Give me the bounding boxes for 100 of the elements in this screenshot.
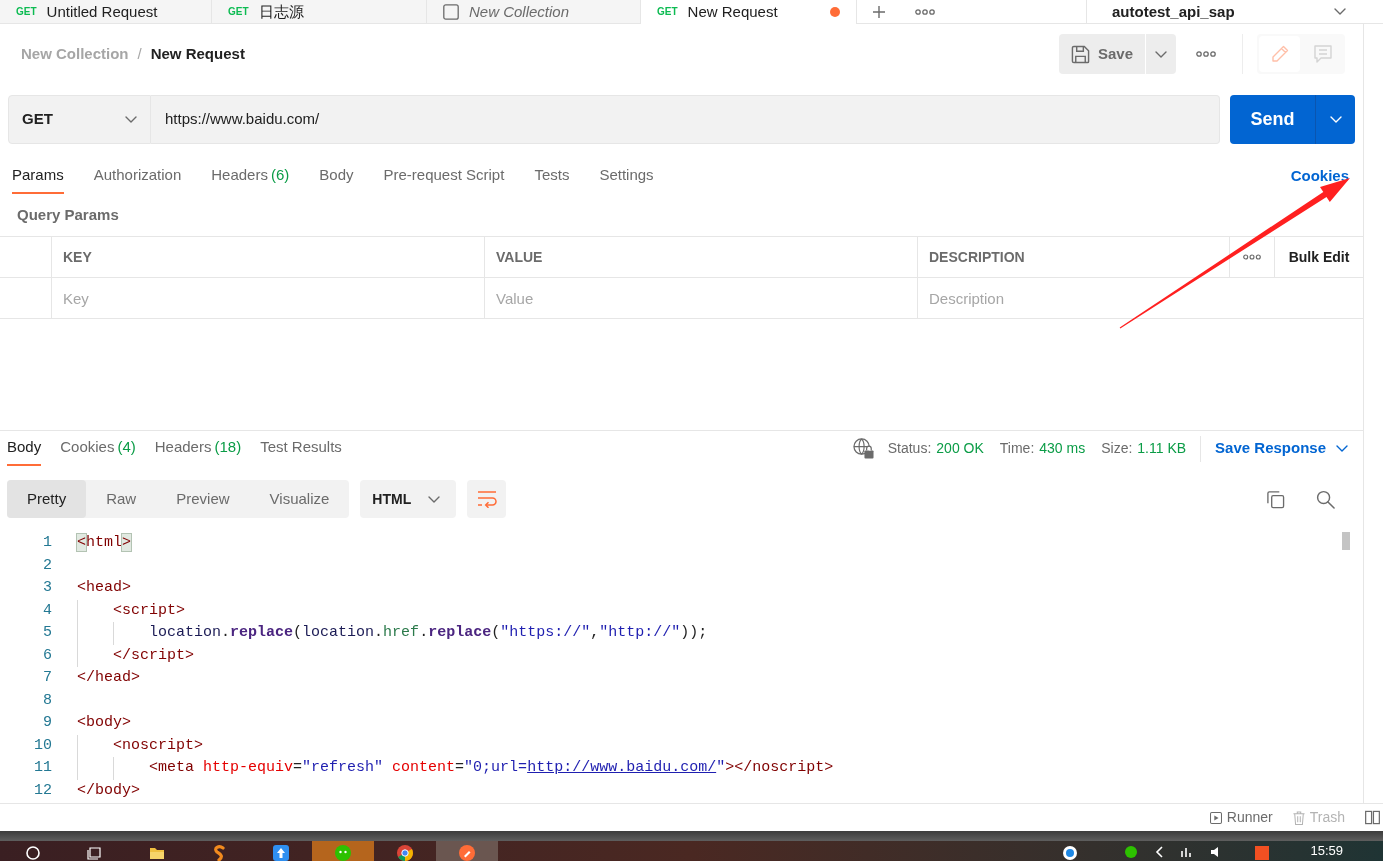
square-logo-icon[interactable] [1254, 845, 1271, 861]
line-number: 7 [43, 668, 52, 688]
http-method: GET [228, 5, 249, 18]
chat-bubble-icon [335, 845, 351, 861]
clock: 15:59 [1310, 842, 1343, 860]
play-icon [1209, 811, 1222, 824]
code-line: <noscript> [77, 734, 1340, 757]
view-option[interactable]: Preview [156, 480, 250, 518]
http-method: GET [16, 5, 37, 18]
column-header: VALUE [496, 247, 543, 267]
scrollbar-thumb[interactable] [1342, 532, 1350, 550]
bulk-edit-button[interactable]: Bulk Edit [1288, 246, 1350, 268]
square-icon [443, 3, 459, 20]
request-tab[interactable]: GET 日志源 [212, 0, 427, 24]
code-line: <meta http-equiv="refresh" content="0;url=http://www.baidu.com/"></noscript> [77, 757, 1340, 780]
line-number: 4 [43, 600, 52, 621]
line-number: 12 [34, 780, 52, 797]
line-number: 5 [43, 623, 52, 643]
response-tab[interactable]: Headers (18) [154, 431, 242, 466]
ring-icon[interactable] [1062, 845, 1079, 861]
request-section-tab[interactable]: Pre-request Script [383, 158, 505, 194]
language-dropdown[interactable]: HTML [360, 480, 457, 518]
code-line: <head> [77, 578, 132, 598]
more-icon[interactable] [915, 8, 935, 15]
code-link[interactable]: http://www.baidu.com/ [527, 759, 717, 776]
request-section-tab[interactable]: Authorization [93, 158, 182, 194]
browser-icon [397, 845, 413, 861]
stat-value: 1.11 KB [1137, 439, 1187, 458]
http-method: GET [657, 6, 678, 18]
two-pane-icon[interactable] [1365, 810, 1380, 825]
request-section-tab[interactable]: Tests [534, 158, 570, 194]
line-number: 1 [43, 533, 52, 553]
send-button[interactable]: Send [1230, 95, 1315, 144]
globe-lock-icon[interactable] [852, 438, 874, 459]
caret-icon [1334, 8, 1346, 15]
trash-icon [1292, 810, 1305, 825]
wrap-lines-icon [476, 490, 497, 508]
line-number: 6 [43, 645, 52, 666]
key-field[interactable]: Key [52, 278, 485, 318]
circle-logo-icon [459, 845, 475, 861]
stat-value: 430 ms [1039, 439, 1086, 458]
line-number: 8 [43, 690, 52, 711]
request-section-tab[interactable]: Body [319, 158, 354, 194]
line-number: 2 [43, 555, 52, 576]
caret-icon [1155, 50, 1167, 58]
section-title: Query Params [17, 204, 119, 225]
cookies-link[interactable]: Cookies [1290, 158, 1349, 194]
response-tab[interactable]: Cookies (4) [60, 431, 136, 466]
save-button[interactable]: Save [1059, 34, 1145, 74]
more-icon[interactable] [1196, 51, 1216, 57]
caret-icon [125, 116, 137, 123]
stat-label: Status: [887, 439, 932, 458]
response-tab[interactable]: Body [7, 431, 42, 466]
code-line: <script> [77, 599, 1340, 622]
caret-icon [1329, 116, 1342, 123]
chevron-icon[interactable] [1154, 845, 1165, 859]
plus-icon[interactable] [873, 5, 885, 18]
save-response-button[interactable]: Save Response [1215, 437, 1348, 460]
stat-value: 200 OK [936, 439, 984, 458]
method-dropdown[interactable]: GET [8, 95, 151, 144]
runner-button[interactable]: Runner [1209, 807, 1273, 828]
view-option[interactable]: Pretty [7, 480, 87, 518]
more-icon[interactable] [1243, 254, 1261, 260]
request-tab[interactable]: GET Untitled Request [0, 0, 212, 24]
column-header: DESCRIPTION [929, 247, 1025, 267]
caret-icon [1336, 445, 1348, 452]
request-tab[interactable]: New Collection [427, 0, 641, 24]
stat-label: Time: [999, 439, 1035, 458]
request-section-tab[interactable]: Settings [599, 158, 654, 194]
search-icon [25, 845, 41, 861]
code-line: location.replace(location.href.replace("https://","http://")); [77, 622, 1340, 645]
task-view-icon [87, 845, 103, 861]
request-section-tab[interactable]: Headers (6) [211, 158, 290, 194]
curve-logo-icon [211, 845, 227, 861]
line-number: 11 [34, 758, 52, 778]
arrow-tile-icon [273, 845, 289, 861]
request-section-tab[interactable]: Params [12, 158, 64, 194]
line-number: 3 [43, 578, 52, 598]
description-field[interactable]: Description [918, 278, 1363, 318]
request-name: New Request [150, 43, 245, 64]
breadcrumb-separator: / [137, 43, 142, 64]
value-field[interactable]: Value [485, 278, 918, 318]
url-field[interactable]: https://www.baidu.com/ [151, 95, 1220, 144]
pencil-icon [1269, 44, 1290, 64]
line-number: 10 [34, 735, 52, 756]
copy-icon[interactable] [1266, 489, 1285, 509]
status-dot-icon[interactable] [1124, 845, 1139, 859]
view-option[interactable]: Raw [86, 480, 157, 518]
code-line: </body> [77, 780, 141, 797]
comment-icon [1312, 44, 1333, 64]
code-line: <html> [77, 533, 133, 553]
code-line: </head> [77, 668, 141, 688]
folder-icon [149, 845, 165, 861]
column-header: KEY [63, 247, 92, 267]
search-icon[interactable] [1316, 489, 1335, 509]
view-option[interactable]: Visualize [249, 480, 350, 518]
response-tab[interactable]: Test Results [260, 431, 342, 466]
code-line: <body> [77, 713, 132, 733]
line-number: 9 [43, 713, 52, 733]
code-line: </script> [77, 644, 1340, 667]
